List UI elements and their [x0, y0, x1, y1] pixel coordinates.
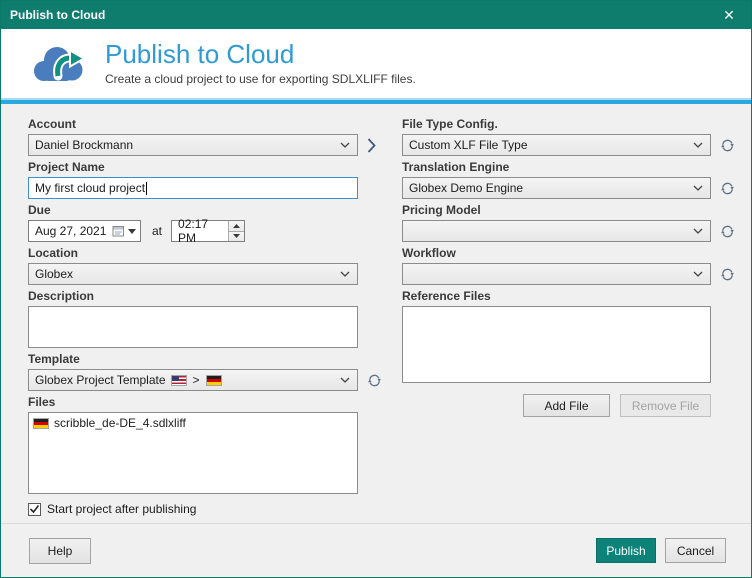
chevron-down-icon [340, 271, 350, 277]
left-column: Account Daniel Brockmann Project Name [28, 117, 358, 516]
refresh-icon[interactable] [720, 224, 735, 239]
file-name: scribble_de-DE_4.sdlxliff [54, 416, 186, 430]
due-at-label: at [152, 224, 162, 238]
project-name-label: Project Name [28, 160, 358, 174]
location-value: Globex [35, 267, 73, 281]
window-title: Publish to Cloud [1, 8, 105, 22]
checkbox-checked-icon [28, 503, 41, 516]
due-field: Due Aug 27, 2021 at [28, 203, 358, 242]
project-name-field: Project Name My first cloud project [28, 160, 358, 199]
location-field: Location Globex [28, 246, 358, 285]
description-field: Description [28, 289, 358, 348]
publish-button[interactable]: Publish [596, 538, 656, 563]
start-project-label: Start project after publishing [47, 502, 196, 516]
close-icon[interactable]: ✕ [707, 1, 751, 29]
de-flag-icon [33, 418, 49, 429]
language-pair-separator: > [193, 373, 200, 387]
description-label: Description [28, 289, 358, 303]
template-label: Template [28, 352, 358, 366]
translation-engine-field: Translation Engine Globex Demo Engine [402, 160, 735, 199]
us-flag-icon [171, 375, 187, 386]
reference-files-field: Reference Files [402, 289, 735, 383]
dropdown-arrow-icon [128, 229, 136, 234]
calendar-icon [112, 225, 125, 237]
location-label: Location [28, 246, 358, 260]
account-select[interactable]: Daniel Brockmann [28, 134, 358, 156]
text-caret [146, 182, 147, 195]
template-value: Globex Project Template [35, 373, 166, 387]
due-date-picker[interactable]: Aug 27, 2021 [28, 220, 141, 242]
start-project-checkbox[interactable]: Start project after publishing [28, 502, 358, 516]
dialog-footer: Help Publish Cancel [1, 523, 751, 577]
account-label: Account [28, 117, 358, 131]
translation-engine-select[interactable]: Globex Demo Engine [402, 177, 711, 199]
cancel-button[interactable]: Cancel [665, 538, 726, 563]
remove-file-button[interactable]: Remove File [620, 394, 711, 417]
help-button[interactable]: Help [29, 538, 91, 564]
files-field: Files scribble_de-DE_4.sdlxliff [28, 395, 358, 494]
translation-engine-label: Translation Engine [402, 160, 735, 174]
chevron-down-icon [693, 185, 703, 191]
files-list[interactable]: scribble_de-DE_4.sdlxliff [28, 412, 358, 494]
spin-up-icon[interactable] [229, 221, 244, 232]
reference-files-actions: Add File Remove File [402, 394, 711, 417]
account-details-arrow-icon[interactable] [366, 137, 377, 154]
reference-files-list[interactable] [402, 306, 711, 383]
file-list-item[interactable]: scribble_de-DE_4.sdlxliff [31, 415, 355, 431]
due-time-spinner[interactable]: 02:17 PM [171, 220, 245, 242]
publish-to-cloud-dialog: Publish to Cloud ✕ Publish to Cloud Crea… [0, 0, 752, 578]
file-type-config-label: File Type Config. [402, 117, 735, 131]
translation-engine-value: Globex Demo Engine [409, 181, 523, 195]
project-name-value: My first cloud project [35, 181, 145, 195]
template-field: Template Globex Project Template > [28, 352, 358, 391]
chevron-down-icon [340, 377, 350, 383]
chevron-down-icon [693, 271, 703, 277]
description-textarea[interactable] [28, 306, 358, 348]
spin-down-icon[interactable] [229, 232, 244, 242]
titlebar: Publish to Cloud ✕ [1, 1, 751, 29]
page-subtitle: Create a cloud project to use for export… [105, 72, 416, 86]
add-file-button[interactable]: Add File [523, 394, 610, 417]
pricing-model-select[interactable] [402, 220, 711, 242]
refresh-icon[interactable] [720, 267, 735, 282]
due-date-value: Aug 27, 2021 [35, 224, 106, 238]
location-select[interactable]: Globex [28, 263, 358, 285]
workflow-select[interactable] [402, 263, 711, 285]
reference-files-label: Reference Files [402, 289, 735, 303]
refresh-icon[interactable] [720, 138, 735, 153]
due-time-value: 02:17 PM [178, 217, 228, 245]
file-type-config-value: Custom XLF File Type [409, 138, 528, 152]
template-select[interactable]: Globex Project Template > [28, 369, 358, 391]
page-title: Publish to Cloud [105, 41, 416, 68]
chevron-down-icon [693, 142, 703, 148]
cloud-publish-icon [31, 43, 89, 85]
chevron-down-icon [693, 228, 703, 234]
refresh-icon[interactable] [720, 181, 735, 196]
pricing-model-field: Pricing Model [402, 203, 735, 242]
file-type-config-select[interactable]: Custom XLF File Type [402, 134, 711, 156]
account-value: Daniel Brockmann [35, 138, 133, 152]
workflow-field: Workflow [402, 246, 735, 285]
right-column: File Type Config. Custom XLF File Type [402, 117, 735, 516]
de-flag-icon [206, 375, 222, 386]
pricing-model-label: Pricing Model [402, 203, 735, 217]
chevron-down-icon [340, 142, 350, 148]
dialog-header: Publish to Cloud Create a cloud project … [1, 29, 751, 98]
file-type-config-field: File Type Config. Custom XLF File Type [402, 117, 735, 156]
files-label: Files [28, 395, 358, 409]
dialog-body: Account Daniel Brockmann Project Name [1, 104, 751, 516]
project-name-input[interactable]: My first cloud project [28, 177, 358, 199]
account-field: Account Daniel Brockmann [28, 117, 358, 156]
due-label: Due [28, 203, 358, 217]
refresh-icon[interactable] [367, 373, 382, 388]
workflow-label: Workflow [402, 246, 735, 260]
